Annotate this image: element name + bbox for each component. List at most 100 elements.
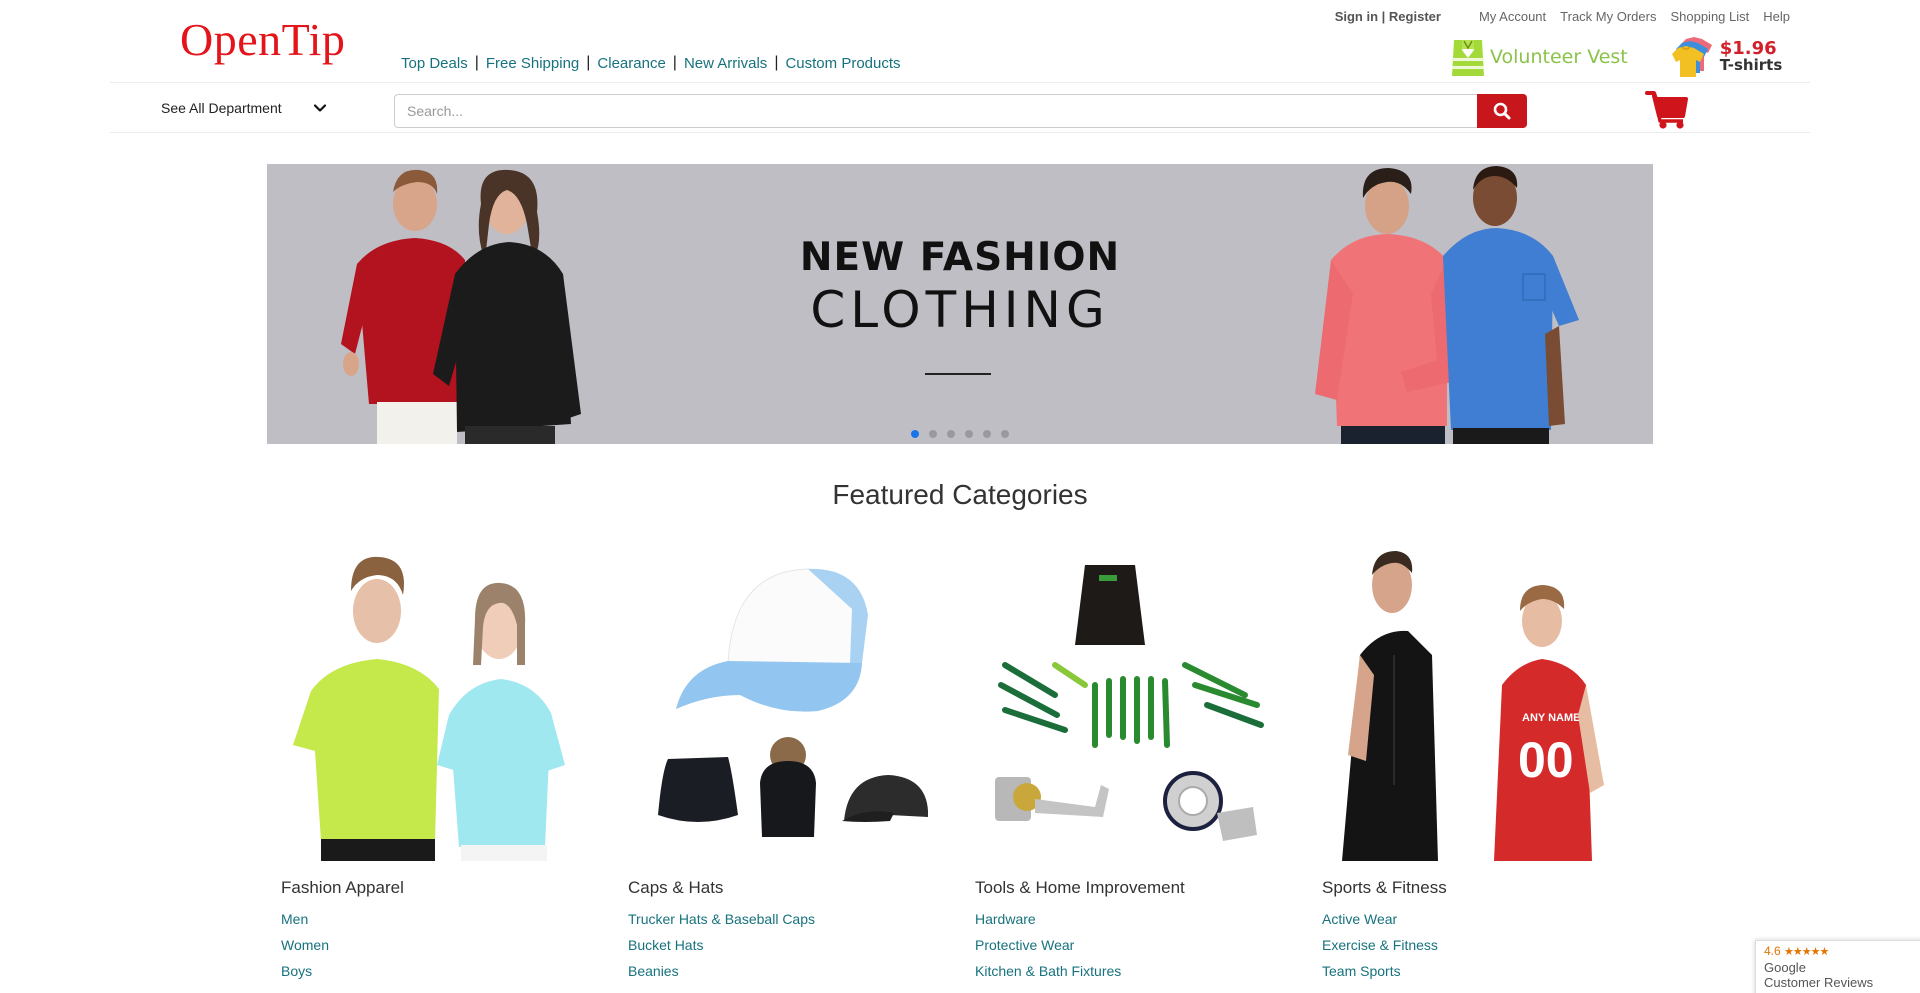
category-name[interactable]: Sports & Fitness xyxy=(1322,878,1642,898)
subcategory-link[interactable]: Bucket Hats xyxy=(628,937,703,953)
subcategory-link[interactable]: Exercise & Fitness xyxy=(1322,937,1438,953)
list-item: Beanies xyxy=(628,958,948,984)
list-item: Women xyxy=(281,932,601,958)
subcategory-link[interactable]: Kitchen & Bath Fixtures xyxy=(975,963,1121,979)
subcategory-link[interactable]: Trucker Hats & Baseball Caps xyxy=(628,911,815,927)
register-link[interactable]: Register xyxy=(1389,9,1441,24)
star-rating-icon: ★★★★★ xyxy=(1784,946,1829,958)
google-customer-reviews-badge[interactable]: 4.6 ★★★★★ Google Customer Reviews xyxy=(1755,940,1920,993)
search-bar xyxy=(394,94,1527,128)
site-logo[interactable]: OpenTip xyxy=(180,14,345,66)
category-name[interactable]: Fashion Apparel xyxy=(281,878,601,898)
tshirt-deal-text: $1.96 T-shirts xyxy=(1720,40,1783,74)
my-account-link[interactable]: My Account xyxy=(1479,9,1546,24)
subcategory-link[interactable]: Active Wear xyxy=(1322,911,1397,927)
subcategory-link[interactable]: Protective Wear xyxy=(975,937,1074,953)
search-input[interactable] xyxy=(394,94,1477,128)
carousel-dot-4[interactable] xyxy=(965,430,973,438)
volunteer-vest-banner[interactable]: Volunteer Vest xyxy=(1450,36,1628,78)
review-label: Customer Reviews xyxy=(1764,975,1874,990)
list-item: Protective Wear xyxy=(975,932,1295,958)
list-item: Kitchen & Bath Fixtures xyxy=(975,958,1295,984)
signin-register: Sign in | Register xyxy=(1335,9,1441,24)
help-link[interactable]: Help xyxy=(1763,9,1790,24)
search-icon xyxy=(1493,102,1511,120)
list-item: Men xyxy=(281,906,601,932)
category-image-fashion-apparel[interactable] xyxy=(281,545,599,861)
list-item: Bucket Hats xyxy=(628,932,948,958)
nav-new-arrivals[interactable]: New Arrivals xyxy=(684,55,767,72)
category-name[interactable]: Caps & Hats xyxy=(628,878,948,898)
nav-custom-products[interactable]: Custom Products xyxy=(785,55,900,72)
list-item: Hardware xyxy=(975,906,1295,932)
nav-top-deals[interactable]: Top Deals xyxy=(401,55,468,72)
shopping-cart-icon[interactable] xyxy=(1645,90,1689,130)
featured-categories-title: Featured Categories xyxy=(832,479,1088,510)
category-image-tools-home[interactable] xyxy=(975,545,1293,861)
tshirt-price: $1.96 xyxy=(1719,38,1777,59)
category-links: Trucker Hats & Baseball Caps Bucket Hats… xyxy=(628,906,948,984)
list-item: Trucker Hats & Baseball Caps xyxy=(628,906,948,932)
hero-carousel[interactable]: NEW FASHION CLOTHING xyxy=(267,164,1653,444)
nav-free-shipping[interactable]: Free Shipping xyxy=(486,55,579,72)
svg-text:ANY NAME: ANY NAME xyxy=(1522,712,1580,724)
carousel-dot-1[interactable] xyxy=(911,430,919,438)
category-card-fashion-apparel: Fashion Apparel Men Women Boys xyxy=(281,545,601,984)
carousel-dot-5[interactable] xyxy=(983,430,991,438)
volunteer-vest-label: Volunteer Vest xyxy=(1490,46,1628,68)
sports-fitness-image: ANY NAME 00 xyxy=(1322,545,1640,861)
fashion-apparel-image xyxy=(281,545,599,861)
subcategory-link[interactable]: Hardware xyxy=(975,911,1036,927)
header-divider xyxy=(110,132,1810,133)
category-links: Men Women Boys xyxy=(281,906,601,984)
category-links: Active Wear Exercise & Fitness Team Spor… xyxy=(1322,906,1642,984)
caps-hats-image xyxy=(628,545,946,861)
category-card-caps-hats: Caps & Hats Trucker Hats & Baseball Caps… xyxy=(628,545,948,984)
department-label: See All Department xyxy=(161,100,282,116)
subcategory-link[interactable]: Men xyxy=(281,911,308,927)
carousel-dots xyxy=(267,430,1653,438)
review-brand: Google xyxy=(1764,960,1806,975)
department-dropdown[interactable]: See All Department xyxy=(161,100,328,116)
category-name[interactable]: Tools & Home Improvement xyxy=(975,878,1295,898)
list-item: Team Sports xyxy=(1322,958,1642,984)
header-divider xyxy=(110,82,1810,83)
hero-underline xyxy=(925,373,991,375)
shopping-list-link[interactable]: Shopping List xyxy=(1670,9,1749,24)
nav-clearance[interactable]: Clearance xyxy=(597,55,665,72)
nav-separator: | xyxy=(774,54,779,71)
sign-in-link[interactable]: Sign in xyxy=(1335,9,1378,24)
account-links: Sign in | Register My Account Track My O… xyxy=(1335,9,1790,24)
carousel-dot-2[interactable] xyxy=(929,430,937,438)
tshirt-deal-banner[interactable]: $1.96 T-shirts xyxy=(1671,35,1783,79)
carousel-dot-3[interactable] xyxy=(947,430,955,438)
subcategory-link[interactable]: Women xyxy=(281,937,329,953)
category-image-caps-hats[interactable] xyxy=(628,545,946,861)
subcategory-link[interactable]: Boys xyxy=(281,963,312,979)
category-links: Hardware Protective Wear Kitchen & Bath … xyxy=(975,906,1295,984)
chevron-down-icon xyxy=(313,104,326,112)
nav-separator: | xyxy=(672,54,677,71)
list-item: Exercise & Fitness xyxy=(1322,932,1642,958)
list-item: Boys xyxy=(281,958,601,984)
site-header: OpenTip Top Deals | Free Shipping | Clea… xyxy=(110,0,1810,134)
subcategory-link[interactable]: Team Sports xyxy=(1322,963,1401,979)
tools-home-image xyxy=(975,545,1293,861)
svg-text:00: 00 xyxy=(1518,732,1574,788)
search-button[interactable] xyxy=(1477,94,1527,128)
safety-vest-icon xyxy=(1452,40,1484,76)
nav-separator: | xyxy=(586,54,591,71)
category-card-tools-home: Tools & Home Improvement Hardware Protec… xyxy=(975,545,1295,984)
hero-models-right-image xyxy=(1315,166,1579,444)
category-card-sports-fitness: ANY NAME 00 Sports & Fitness Active Wear… xyxy=(1322,545,1642,984)
tshirts-icon xyxy=(1671,37,1712,77)
category-image-sports-fitness[interactable]: ANY NAME 00 xyxy=(1322,545,1640,861)
list-item: Active Wear xyxy=(1322,906,1642,932)
promo-banners: Volunteer Vest $1.96 T-shirts xyxy=(1450,34,1782,80)
signin-separator: | xyxy=(1378,9,1389,24)
track-orders-link[interactable]: Track My Orders xyxy=(1560,9,1656,24)
subcategory-link[interactable]: Beanies xyxy=(628,963,679,979)
review-rating: 4.6 xyxy=(1764,944,1781,958)
tshirt-label: T-shirts xyxy=(1719,56,1783,74)
carousel-dot-6[interactable] xyxy=(1001,430,1009,438)
